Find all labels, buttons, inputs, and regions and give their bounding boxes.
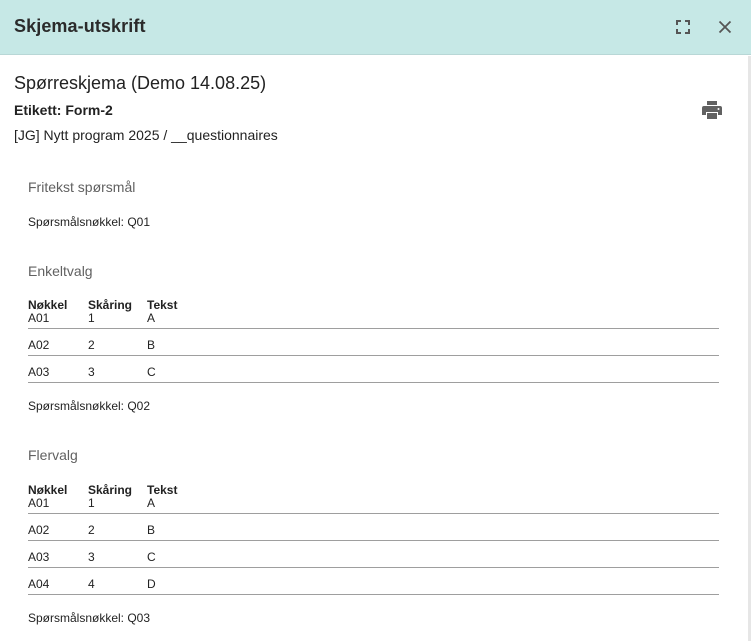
document-title: Spørreskjema (Demo 14.08.25) xyxy=(14,73,267,93)
option-text: C xyxy=(147,365,156,379)
option-text: A xyxy=(147,496,156,510)
option-text: B xyxy=(147,523,156,537)
option-score: 2 xyxy=(88,338,95,352)
option-key: A02 xyxy=(28,338,50,352)
table-row: A01 1 A xyxy=(28,311,719,329)
option-key: A01 xyxy=(28,311,50,325)
question-key: Spørsmålsnøkkel: Q02 xyxy=(28,399,151,413)
option-text: C xyxy=(147,550,156,564)
dialog-content: Spørreskjema (Demo 14.08.25) Etikett: Fo… xyxy=(0,56,751,641)
option-text: B xyxy=(147,338,156,352)
option-key: A03 xyxy=(28,365,50,379)
option-score: 2 xyxy=(88,523,95,537)
form-print-dialog: Skjema-utskrift Spørreskjema (Demo 14.08… xyxy=(0,0,751,641)
table-row: A02 2 B xyxy=(28,514,719,541)
question-title: Enkeltvalg xyxy=(28,263,93,279)
option-score: 4 xyxy=(88,577,95,591)
option-score: 3 xyxy=(88,550,95,564)
table-row: A04 4 D xyxy=(28,568,719,595)
question-title: Fritekst spørsmål xyxy=(28,179,136,195)
option-score: 1 xyxy=(88,311,95,325)
options-table: Nøkkel Skåring Tekst A01 1 A A02 2 B A03… xyxy=(28,483,719,595)
option-key: A04 xyxy=(28,577,50,591)
option-score: 3 xyxy=(88,365,95,379)
print-icon xyxy=(702,101,722,119)
table-row: A03 3 C xyxy=(28,356,719,383)
option-score: 1 xyxy=(88,496,95,510)
option-key: A01 xyxy=(28,496,50,510)
document-path: [JG] Nytt program 2025 / __questionnaire… xyxy=(14,127,278,143)
dialog-title: Skjema-utskrift xyxy=(14,16,146,36)
option-text: A xyxy=(147,311,156,325)
close-icon xyxy=(718,20,732,34)
question-key: Spørsmålsnøkkel: Q03 xyxy=(28,611,151,625)
print-button[interactable] xyxy=(700,98,724,122)
table-row: A02 2 B xyxy=(28,329,719,356)
option-key: A02 xyxy=(28,523,50,537)
table-row: A01 1 A xyxy=(28,496,719,514)
question-title: Flervalg xyxy=(28,447,78,463)
dialog-header: Skjema-utskrift xyxy=(0,0,751,55)
options-table: Nøkkel Skåring Tekst A01 1 A A02 2 B A03… xyxy=(28,298,719,383)
fullscreen-button[interactable] xyxy=(670,14,696,40)
table-header-row: Nøkkel Skåring Tekst xyxy=(28,298,719,313)
fullscreen-icon xyxy=(676,20,690,34)
table-header-row: Nøkkel Skåring Tekst xyxy=(28,483,719,498)
option-key: A03 xyxy=(28,550,50,564)
option-text: D xyxy=(147,577,156,591)
question-key: Spørsmålsnøkkel: Q01 xyxy=(28,215,151,229)
document-label: Etikett: Form-2 xyxy=(14,102,113,118)
close-button[interactable] xyxy=(712,14,738,40)
table-row: A03 3 C xyxy=(28,541,719,568)
